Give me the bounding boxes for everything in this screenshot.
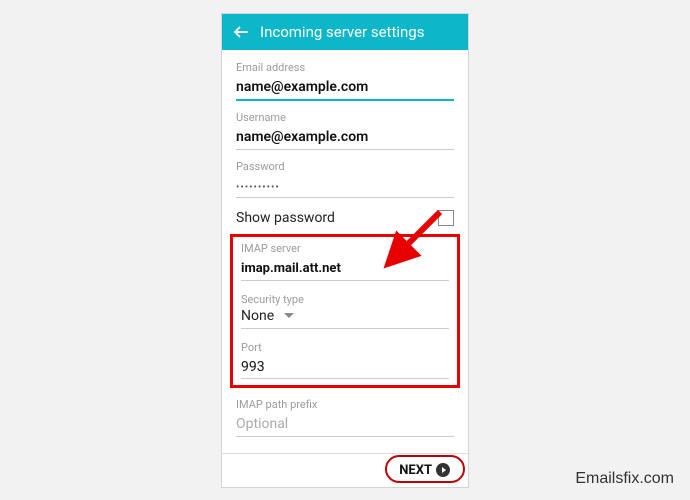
- show-password-row: Show password: [236, 210, 454, 226]
- imap-prefix-label: IMAP path prefix: [236, 398, 454, 411]
- password-group: Password: [236, 160, 454, 198]
- show-password-label: Show password: [236, 210, 335, 226]
- imap-server-group: IMAP server: [241, 242, 449, 281]
- phone-frame: Incoming server settings Email address U…: [221, 13, 469, 488]
- back-arrow-icon[interactable]: [232, 23, 250, 41]
- security-type-label: Security type: [241, 293, 449, 306]
- email-group: Email address: [236, 61, 454, 101]
- port-label: Port: [241, 341, 449, 354]
- footer: NEXT: [222, 453, 468, 487]
- form-content: Email address Username Password Show pas…: [222, 50, 468, 453]
- next-button-label: NEXT: [399, 463, 432, 478]
- email-label: Email address: [236, 61, 454, 74]
- username-input[interactable]: [236, 126, 454, 150]
- security-type-select[interactable]: None: [241, 308, 449, 329]
- show-password-checkbox[interactable]: [438, 210, 454, 226]
- dropdown-arrow-icon: [284, 313, 294, 318]
- imap-server-label: IMAP server: [241, 242, 449, 255]
- next-button[interactable]: NEXT: [393, 461, 456, 480]
- email-input[interactable]: [236, 76, 454, 101]
- imap-prefix-input[interactable]: [236, 413, 454, 437]
- imap-server-input[interactable]: [241, 258, 449, 281]
- port-input[interactable]: [241, 357, 449, 379]
- watermark: Emailsfix.com: [575, 470, 674, 488]
- security-type-value: None: [241, 308, 274, 324]
- page-title: Incoming server settings: [260, 23, 424, 41]
- security-type-group: Security type None: [241, 293, 449, 329]
- highlight-box: IMAP server Security type None Port: [230, 234, 460, 388]
- password-input[interactable]: [236, 179, 454, 198]
- chevron-right-icon: [436, 463, 450, 477]
- password-label: Password: [236, 160, 454, 173]
- username-label: Username: [236, 111, 454, 124]
- titlebar: Incoming server settings: [222, 14, 468, 50]
- username-group: Username: [236, 111, 454, 150]
- imap-prefix-group: IMAP path prefix: [236, 398, 454, 437]
- port-group: Port: [241, 341, 449, 379]
